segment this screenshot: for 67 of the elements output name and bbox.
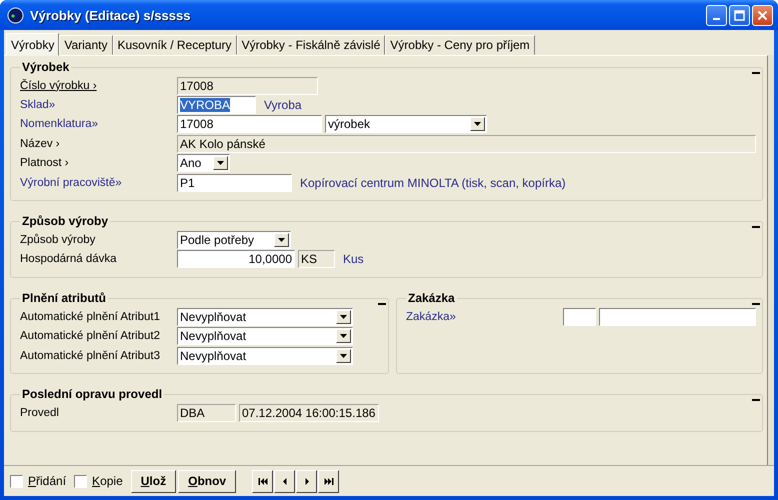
lookup-link[interactable]: Nomenklatura»	[20, 118, 177, 130]
collapse-icon[interactable]	[752, 226, 760, 228]
lookup-link[interactable]: Zakázka»	[406, 310, 563, 323]
field-label: Platnost ›	[20, 157, 70, 170]
input-field[interactable]	[563, 308, 596, 326]
next-record-button[interactable]	[296, 470, 318, 492]
close-icon	[757, 10, 768, 20]
input-field[interactable]: 17008	[177, 115, 322, 134]
field-label: Provedl	[20, 406, 60, 419]
field-label: Způsob výroby	[20, 234, 96, 246]
tab[interactable]: Kusovník / Receptury	[112, 35, 237, 55]
description-text: Vyroba	[264, 98, 302, 112]
collapse-icon[interactable]	[378, 303, 386, 306]
dropdown[interactable]: Ano	[177, 154, 230, 172]
dropdown[interactable]: Nevyplňovat	[177, 327, 353, 346]
input-field[interactable]	[599, 308, 756, 326]
action-button[interactable]: Obnov	[178, 470, 236, 492]
dropdown[interactable]: Nevyplňovat	[177, 308, 353, 326]
group-title: Poslední opravu provedl	[21, 387, 164, 402]
dropdown[interactable]: výrobek	[325, 115, 487, 134]
input-field[interactable]: 07.12.2004 16:00:15.186	[239, 404, 379, 422]
input-field[interactable]: KS	[298, 250, 335, 268]
dropdown[interactable]: Podle potřeby	[177, 231, 291, 250]
first-record-button[interactable]	[252, 470, 274, 492]
field-label: Automatické plnění Atribut1	[20, 310, 161, 323]
collapse-icon[interactable]	[752, 303, 760, 306]
action-button[interactable]: Ulož	[130, 470, 176, 492]
prev-record-button[interactable]	[274, 470, 296, 492]
description-text: Kopírovací centrum MINOLTA (tisk, scan, kopírka)	[300, 176, 566, 190]
group-title: Způsob výroby	[21, 214, 110, 228]
input-field[interactable]: VYROBA	[177, 96, 256, 114]
input-field[interactable]: 10,0000	[177, 250, 295, 268]
input-field[interactable]: AK Kolo pánské	[177, 134, 756, 153]
checkbox[interactable]	[74, 474, 88, 488]
checkbox[interactable]	[10, 474, 23, 488]
tab[interactable]: Výrobky - Ceny pro příjem	[385, 35, 535, 55]
lookup-link[interactable]: Výrobní pracoviště»	[20, 176, 177, 189]
tab[interactable]: Výrobky - Fiskálně závislé	[236, 35, 386, 55]
field-link[interactable]: Číslo výrobku ›	[20, 80, 177, 92]
field-label: Hospodárná dávka	[20, 253, 118, 266]
group-title: Plnění atributů	[21, 291, 107, 306]
first-record-icon	[258, 478, 268, 484]
last-record-button[interactable]	[318, 470, 340, 492]
lookup-link[interactable]: Sklad»	[20, 99, 177, 112]
tab[interactable]: Varianty	[59, 35, 112, 55]
description-text: Kus	[343, 252, 364, 266]
collapse-icon[interactable]	[752, 399, 760, 402]
input-field[interactable]: P1	[177, 174, 292, 192]
field-label: Automatické plnění Atribut3	[20, 350, 161, 362]
window-title: Výrobky (Editace) s/sssss	[30, 8, 192, 22]
maximize-button[interactable]	[729, 4, 750, 26]
minimize-button[interactable]	[706, 4, 727, 26]
dropdown[interactable]: Nevyplňovat	[177, 346, 353, 365]
last-record-icon	[324, 478, 334, 484]
tab[interactable]: Výrobky	[6, 33, 60, 56]
field-label: Automatické plnění Atribut2	[20, 330, 161, 342]
close-button[interactable]	[752, 4, 773, 26]
input-field[interactable]: DBA	[177, 404, 236, 422]
group-title: Výrobek	[21, 60, 70, 74]
checkbox-label[interactable]: Kopie	[92, 474, 123, 488]
app-icon	[7, 6, 24, 24]
minimize-icon	[713, 18, 720, 20]
field-label: Název ›	[20, 138, 61, 150]
group-title: Zakázka	[407, 291, 456, 306]
checkbox-label[interactable]: Přidání	[28, 474, 66, 488]
input-field[interactable]: 17008	[177, 76, 318, 95]
maximize-icon	[734, 10, 745, 20]
